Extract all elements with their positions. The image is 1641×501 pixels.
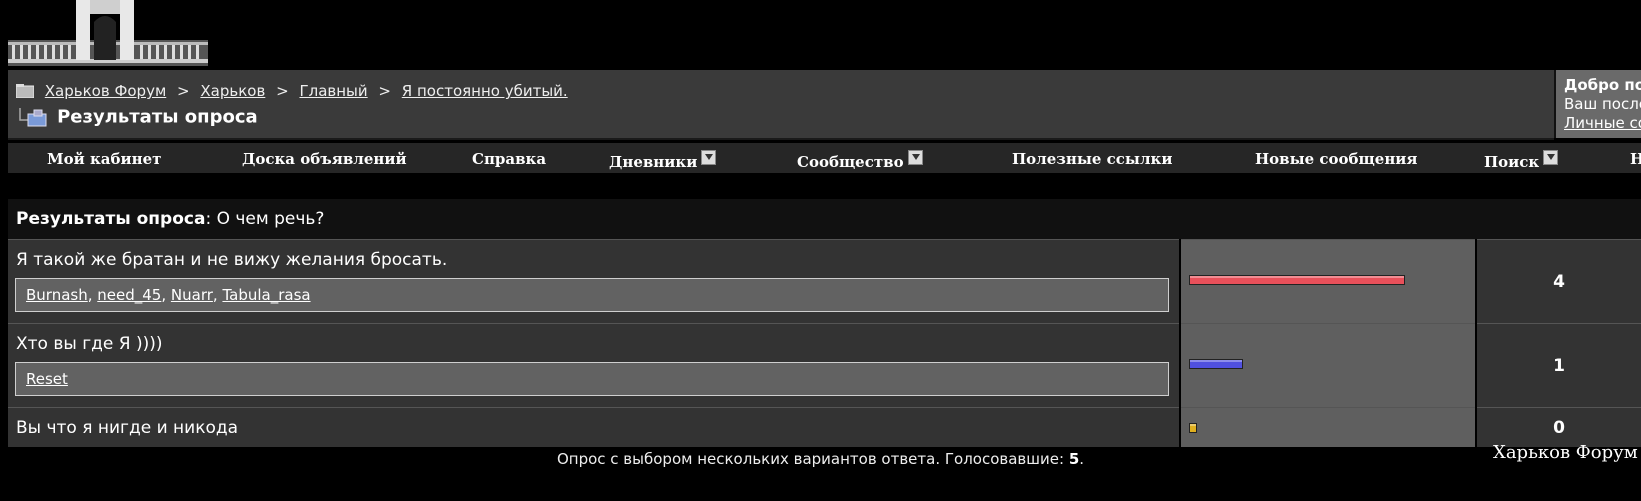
- total-voters: 5: [1068, 450, 1080, 468]
- poll-option-text: Я такой же братан и не вижу желания брос…: [16, 250, 448, 270]
- breadcrumb-separator: >: [378, 82, 391, 100]
- poll-footer-note: Опрос с выбором нескольких вариантов отв…: [556, 450, 1085, 468]
- poll-option-cell: Вы что я нигде и никода: [8, 407, 1179, 447]
- page-title-row: Результаты опроса: [18, 106, 258, 128]
- poll-option-cell: Хто вы где Я )))) Reset: [8, 323, 1179, 407]
- private-messages-link[interactable]: Личные со: [1564, 114, 1641, 132]
- main-menu: Мой кабинет Доска объявлений Справка Дне…: [8, 143, 1641, 173]
- menu-community[interactable]: Сообщество: [797, 150, 923, 171]
- voter-link[interactable]: Tabula_rasa: [222, 286, 310, 304]
- menu-diaries[interactable]: Дневники: [609, 150, 717, 171]
- breadcrumb: Харьков Форум > Харьков > Главный > Я по…: [15, 82, 568, 100]
- navbar: Харьков Форум > Харьков > Главный > Я по…: [8, 70, 1554, 140]
- voter-link[interactable]: need_45: [97, 286, 161, 304]
- voter-link[interactable]: Burnash: [26, 286, 88, 304]
- breadcrumb-link-forum[interactable]: Харьков Форум: [45, 82, 166, 100]
- poll-option-row: Хто вы где Я )))) Reset 1: [8, 323, 1641, 407]
- menu-search-label: Поиск: [1484, 153, 1540, 171]
- voters-list: Burnash, need_45, Nuarr, Tabula_rasa: [15, 278, 1169, 312]
- poll-header: Результаты опроса: О чем речь?: [8, 199, 1641, 239]
- dropdown-arrow-icon[interactable]: [1543, 150, 1559, 165]
- poll-option-row: Вы что я нигде и никода 0: [8, 407, 1641, 447]
- menu-new-posts[interactable]: Новые сообщения: [1255, 150, 1418, 168]
- poll-results-icon: [18, 106, 48, 128]
- menu-classifieds[interactable]: Доска объявлений: [242, 150, 407, 168]
- vote-count: 0: [1477, 407, 1641, 447]
- forum-logo[interactable]: [8, 0, 208, 66]
- voter-link[interactable]: Nuarr: [171, 286, 213, 304]
- menu-help[interactable]: Справка: [472, 150, 546, 168]
- vote-count: 1: [1477, 323, 1641, 407]
- welcome-box: Добро пож Ваш после Личные со: [1554, 70, 1641, 138]
- vote-count: 4: [1477, 239, 1641, 323]
- poll-result-bar: [1189, 423, 1197, 433]
- page-title: Результаты опроса: [57, 106, 258, 128]
- voter-link[interactable]: Reset: [26, 370, 68, 388]
- dropdown-arrow-icon[interactable]: [701, 150, 717, 165]
- poll-type-text: Опрос с выбором нескольких вариантов отв…: [556, 450, 1065, 468]
- poll-result-bar: [1189, 359, 1243, 369]
- menu-diaries-label: Дневники: [609, 153, 698, 171]
- breadcrumb-separator: >: [177, 82, 190, 100]
- last-visit-text: Ваш после: [1564, 95, 1641, 113]
- menu-useful-links[interactable]: Полезные ссылки: [1012, 150, 1172, 168]
- poll-bar-cell: [1181, 323, 1475, 407]
- poll-results-label: Результаты опроса: [16, 209, 206, 229]
- menu-my-cabinet[interactable]: Мой кабинет: [47, 150, 161, 168]
- menu-search[interactable]: Поиск: [1484, 150, 1559, 171]
- breadcrumb-separator: >: [276, 82, 289, 100]
- poll-option-text: Хто вы где Я )))): [16, 334, 163, 354]
- welcome-heading: Добро пож: [1564, 76, 1641, 94]
- menu-item-cut[interactable]: Н: [1630, 150, 1641, 168]
- poll-bar-cell: [1181, 407, 1475, 447]
- breadcrumb-link-thread[interactable]: Я постоянно убитый.: [402, 82, 568, 100]
- poll-bar-cell: [1181, 239, 1475, 323]
- voters-list: Reset: [15, 362, 1169, 396]
- brand-watermark: Харьков Форум: [1493, 442, 1638, 463]
- dropdown-arrow-icon[interactable]: [907, 150, 923, 165]
- poll-option-cell: Я такой же братан и не вижу желания брос…: [8, 239, 1179, 323]
- poll-option-row: Я такой же братан и не вижу желания брос…: [8, 239, 1641, 323]
- folder-icon: [15, 84, 35, 99]
- poll-question: О чем речь?: [216, 209, 325, 229]
- breadcrumb-link-kharkov[interactable]: Харьков: [200, 82, 265, 100]
- poll-result-bar: [1189, 275, 1405, 285]
- breadcrumb-link-main[interactable]: Главный: [299, 82, 367, 100]
- poll-option-text: Вы что я нигде и никода: [16, 418, 239, 438]
- menu-community-label: Сообщество: [797, 153, 904, 171]
